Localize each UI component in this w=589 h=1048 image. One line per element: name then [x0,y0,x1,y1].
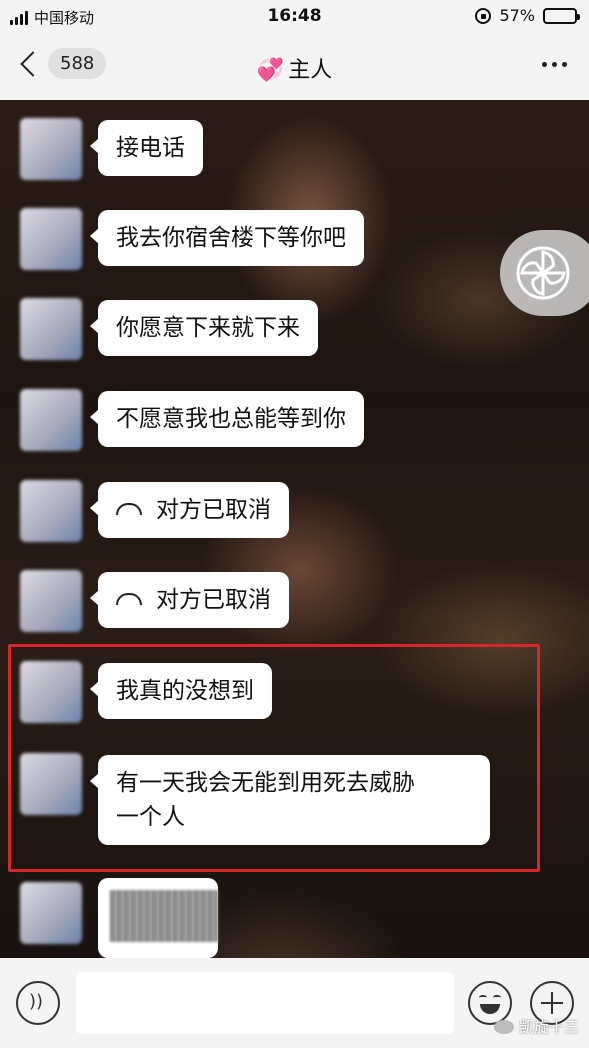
sender-avatar[interactable] [20,298,82,360]
emoji-icon [479,995,487,1000]
voice-input-button[interactable]: )) [16,981,60,1025]
message-bubble[interactable]: 不愿意我也总能等到你 [90,391,364,447]
voice-icon: )) [29,991,44,1012]
message-bubble[interactable]: 我真的没想到 [90,663,272,719]
message-text: 我去你宿舍楼下等你吧 [116,225,346,251]
more-options-button[interactable] [542,62,567,67]
status-right: 57% [475,6,580,25]
battery-icon [543,7,580,24]
message-input[interactable] [76,972,454,1034]
message-text: 我真的没想到 [116,678,254,704]
message-text: 接电话 [116,135,185,161]
call-record-bubble[interactable]: 对方已取消 [90,482,289,538]
watermark: 凯旋十三 [493,1016,579,1037]
chat-message-list[interactable]: 接电话 我去你宿舍楼下等你吧 你愿意下来就下来 不愿意我也总能等到你 对方已取消… [0,100,589,958]
wechat-icon [493,1019,514,1034]
input-bar: )) 凯旋十三 [0,958,589,1048]
message-text: 不愿意我也总能等到你 [116,406,346,432]
sender-avatar[interactable] [20,208,82,270]
message-text-line-2: 一个人 [116,804,185,830]
chat-header: 588 💞 主人 [0,34,589,100]
message-bubble[interactable]: 接电话 [90,120,203,176]
redacted-scribble [110,890,218,942]
message-bubble[interactable]: 有一天我会无能到用死去威胁 一个人 [90,755,490,845]
sender-avatar[interactable] [20,389,82,451]
chat-title: 💞 主人 [0,52,589,84]
message-bubble[interactable]: 你愿意下来就下来 [90,300,318,356]
hangup-icon [116,592,142,605]
status-bar: 中国移动 16:48 57% [0,0,589,34]
message-text: 你愿意下来就下来 [116,315,300,341]
floating-assistant-ball[interactable] [500,230,589,316]
hangup-icon [116,502,142,515]
more-dots-icon [542,62,547,67]
message-bubble[interactable]: 我去你宿舍楼下等你吧 [90,210,364,266]
sparkling-hearts-icon: 💞 [256,58,285,83]
watermark-text: 凯旋十三 [518,1018,579,1036]
sender-avatar[interactable] [20,882,82,944]
sender-avatar[interactable] [20,661,82,723]
sender-avatar[interactable] [20,118,82,180]
sender-avatar[interactable] [20,480,82,542]
rotation-lock-icon [475,7,492,24]
sender-avatar[interactable] [20,570,82,632]
battery-percent: 57% [499,6,535,25]
pinwheel-icon [516,246,570,300]
call-status-text: 对方已取消 [156,497,271,523]
sender-avatar[interactable] [20,753,82,815]
call-status-text: 对方已取消 [156,587,271,613]
message-text-line-1: 有一天我会无能到用死去威胁 [116,770,415,796]
call-record-bubble[interactable]: 对方已取消 [90,572,289,628]
contact-name: 主人 [288,58,333,83]
